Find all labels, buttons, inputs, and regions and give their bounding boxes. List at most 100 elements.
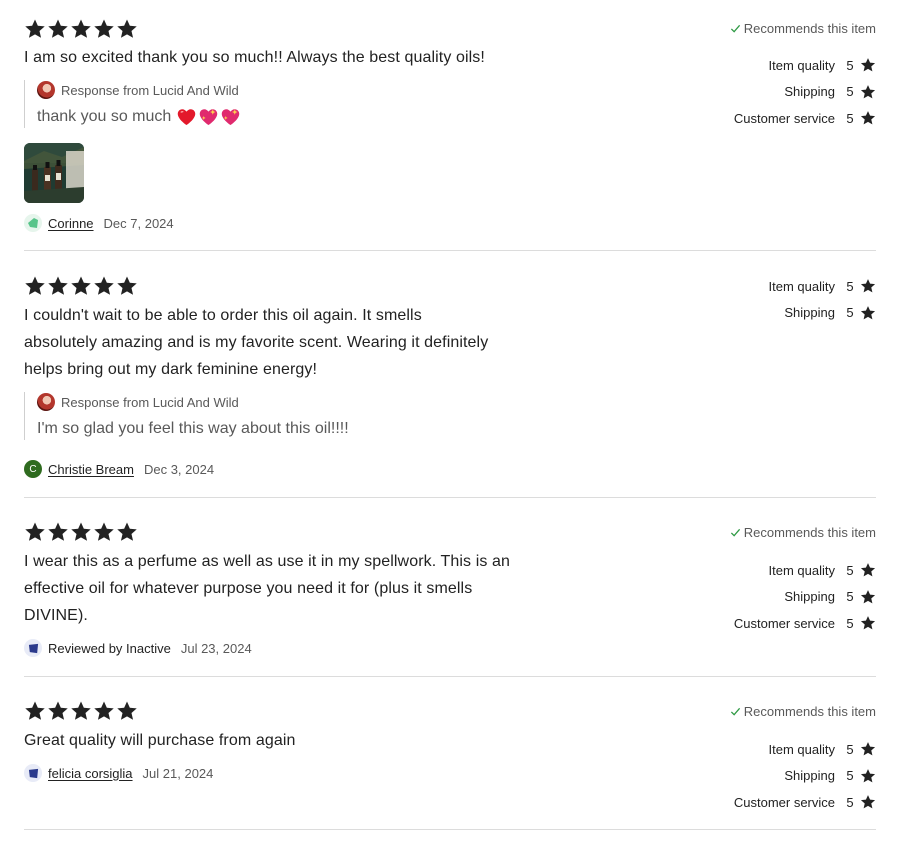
recommends-text: Recommends this item <box>743 703 876 719</box>
reviewer-info: Reviewed by Inactive Jul 23, 2024 <box>24 639 252 657</box>
rating-label: Shipping <box>784 84 835 100</box>
star-icon <box>94 276 114 295</box>
sparkling-heart-icon <box>200 109 218 126</box>
star-icon <box>25 701 45 720</box>
rating-item-quality: Item quality 5 <box>656 52 876 79</box>
review-stars <box>24 521 138 543</box>
rating-label: Customer service <box>733 615 835 631</box>
star-icon <box>860 279 876 293</box>
reviewer-name-link[interactable]: Christie Bream <box>48 462 134 477</box>
rating-label: Shipping <box>784 768 835 784</box>
avatar-shape-icon <box>28 643 38 653</box>
check-icon <box>730 528 740 537</box>
recommends-badge: Recommends this item <box>730 702 876 720</box>
heart-icon <box>178 109 196 126</box>
star-icon <box>25 276 45 295</box>
review-text: Great quality will purchase from again <box>24 727 295 754</box>
response-header-text: Response from Lucid And Wild <box>61 394 239 410</box>
rating-value: 5 <box>846 562 854 578</box>
rating-item-quality: Item quality 5 <box>656 273 876 300</box>
rating-label: Shipping <box>784 305 835 321</box>
response-header: Response from Lucid And Wild <box>37 80 240 100</box>
review-photo[interactable] <box>24 143 84 203</box>
response-header-text: Response from Lucid And Wild <box>61 82 239 98</box>
sub-ratings: Item quality 5 Shipping 5 <box>656 273 876 326</box>
review-text-line: Great quality will purchase from again <box>24 732 296 749</box>
review-date: Dec 7, 2024 <box>103 215 174 231</box>
response-text-value: thank you so much <box>37 108 172 125</box>
star-icon <box>71 701 91 720</box>
rating-shipping: Shipping 5 <box>656 763 876 790</box>
star-icon <box>71 522 91 541</box>
star-icon <box>860 111 876 125</box>
reviewer-info: C Christie Bream Dec 3, 2024 <box>24 460 214 478</box>
star-icon <box>71 276 91 295</box>
star-icon <box>48 522 68 541</box>
reviewer-name-link[interactable]: Corinne <box>48 216 94 231</box>
response-header: Response from Lucid And Wild <box>37 392 349 412</box>
rating-customer-service: Customer service 5 <box>656 789 876 816</box>
star-icon <box>25 522 45 541</box>
star-icon <box>860 795 876 809</box>
review-2: I couldn't wait to be able to order this… <box>24 274 876 498</box>
star-icon <box>860 589 876 604</box>
rating-label: Item quality <box>768 741 835 757</box>
rating-shipping: Shipping 5 <box>656 300 876 327</box>
review-3: I wear this as a perfume as well as use … <box>24 520 876 677</box>
rating-value: 5 <box>846 794 854 810</box>
sparkling-heart-icon <box>222 109 240 126</box>
rating-label: Shipping <box>784 589 835 605</box>
rating-label: Item quality <box>768 278 835 294</box>
shop-avatar <box>37 393 55 411</box>
review-stars <box>24 18 138 40</box>
review-text-line: I wear this as a perfume as well as use … <box>24 553 510 570</box>
rating-value: 5 <box>846 305 854 321</box>
sub-ratings: Item quality 5 Shipping 5 Customer servi… <box>656 52 876 132</box>
rating-label: Customer service <box>733 110 835 126</box>
reviewer-info: felicia corsiglia Jul 21, 2024 <box>24 764 213 782</box>
star-icon <box>48 276 68 295</box>
star-icon <box>48 701 68 720</box>
review-1: I am so excited thank you so much!! Alwa… <box>24 16 876 251</box>
star-icon <box>94 19 114 38</box>
check-icon <box>730 24 740 33</box>
review-text-line: I am so excited thank you so much!! Alwa… <box>24 49 485 66</box>
star-icon <box>860 305 876 320</box>
rating-value: 5 <box>846 57 854 73</box>
review-text: I wear this as a perfume as well as use … <box>24 548 510 629</box>
review-stars <box>24 700 138 722</box>
recommends-badge: Recommends this item <box>730 19 876 37</box>
product-bottles-image <box>24 143 84 203</box>
star-icon <box>860 563 876 577</box>
response-text-value: I'm so glad you feel this way about this… <box>37 420 349 437</box>
response-text: thank you so much <box>37 106 240 128</box>
review-text-line: helps bring out my dark feminine energy! <box>24 361 318 378</box>
review-date: Jul 23, 2024 <box>180 640 252 656</box>
avatar: C <box>24 460 42 478</box>
star-icon <box>860 742 876 756</box>
shop-avatar <box>37 81 55 99</box>
star-icon <box>71 19 91 38</box>
review-text-line: effective oil for whatever purpose you n… <box>24 580 473 597</box>
rating-customer-service: Customer service 5 <box>656 610 876 637</box>
check-icon <box>730 707 740 716</box>
rating-value: 5 <box>846 278 854 294</box>
review-text: I couldn't wait to be able to order this… <box>24 302 488 383</box>
star-icon <box>117 19 137 38</box>
reviewer-name-link[interactable]: felicia corsiglia <box>48 766 133 781</box>
avatar <box>24 214 42 232</box>
rating-value: 5 <box>846 589 854 605</box>
response-text: I'm so glad you feel this way about this… <box>37 418 349 440</box>
recommends-text: Recommends this item <box>743 20 876 36</box>
star-icon <box>117 276 137 295</box>
avatar-initial: C <box>29 463 37 475</box>
seller-response: Response from Lucid And Wild thank you s… <box>24 80 240 128</box>
sub-ratings: Item quality 5 Shipping 5 Customer servi… <box>656 557 876 637</box>
rating-value: 5 <box>846 741 854 757</box>
rating-value: 5 <box>846 110 854 126</box>
avatar <box>24 639 42 657</box>
star-icon <box>94 522 114 541</box>
review-text: I am so excited thank you so much!! Alwa… <box>24 44 485 71</box>
avatar <box>24 764 42 782</box>
rating-label: Item quality <box>768 57 835 73</box>
